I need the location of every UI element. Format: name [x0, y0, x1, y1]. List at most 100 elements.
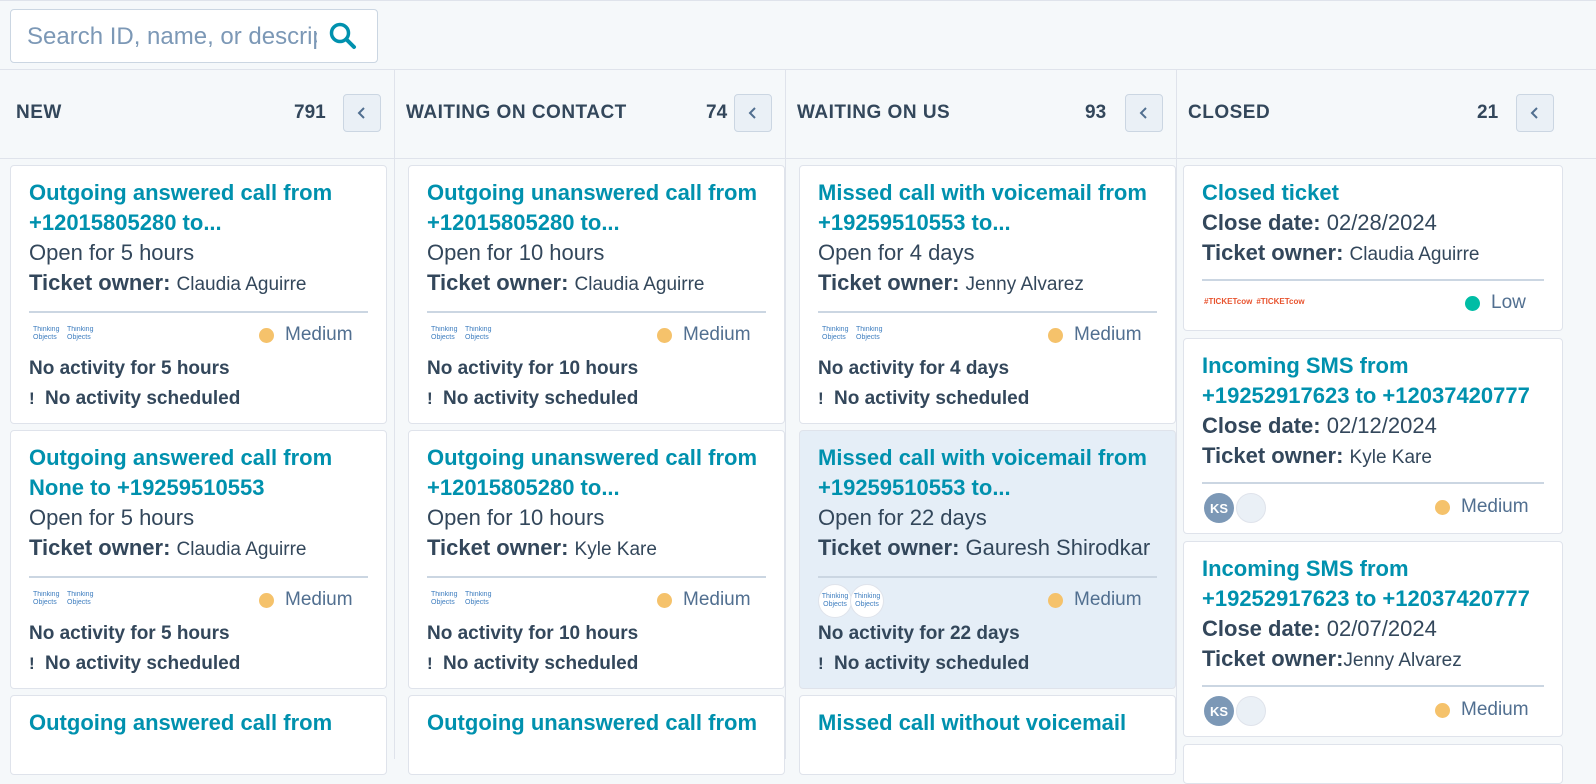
ticket-title-line2[interactable]: +19259510553 to...: [818, 208, 1011, 238]
ticket-board: NEW 791 Outgoing answered call from +120…: [0, 69, 1596, 784]
ticket-card[interactable]: Missed call with voicemail from +1925951…: [799, 165, 1176, 424]
ticket-owner-label: Ticket owner:: [29, 535, 171, 560]
ticket-card[interactable]: Outgoing unanswered call from +120158052…: [408, 430, 785, 689]
chevron-left-icon: [1530, 107, 1538, 119]
company-logo: Thinking Objects: [67, 326, 94, 341]
ticket-card[interactable]: Incoming SMS from +19252917623 to +12037…: [1183, 338, 1563, 534]
column-count: 74: [706, 102, 728, 123]
exclamation-icon: !: [427, 389, 433, 408]
priority-label: Medium: [1461, 496, 1529, 517]
search-box[interactable]: [10, 9, 378, 63]
ticket-card[interactable]: Outgoing answered call from: [10, 695, 387, 775]
divider: [29, 311, 368, 313]
ticket-title-line2[interactable]: +12015805280 to...: [29, 208, 222, 238]
ticket-owner: Claudia Aguirre: [1349, 244, 1480, 265]
ticket-title-line1[interactable]: Missed call with voicemail from: [818, 178, 1147, 208]
divider: [1202, 482, 1544, 484]
ticket-title-line1[interactable]: Incoming SMS from: [1202, 554, 1409, 584]
ticket-owner-label: Ticket owner:: [427, 270, 569, 295]
last-activity: No activity for 5 hours: [29, 623, 230, 644]
exclamation-icon: !: [427, 654, 433, 673]
ticket-owner-label: Ticket owner:: [29, 270, 171, 295]
company-logo: Thinking Objects: [856, 326, 883, 341]
collapse-column-button[interactable]: [1125, 94, 1163, 132]
ticket-title-line1[interactable]: Outgoing answered call from: [29, 178, 332, 208]
ticket-owner: Gauresh Shirodkar: [965, 535, 1151, 560]
ticket-title-line1[interactable]: Outgoing answered call from: [29, 708, 332, 738]
column-title: WAITING ON CONTACT: [406, 102, 627, 123]
ticket-owner: Kyle Kare: [574, 539, 657, 560]
ticket-title-line1[interactable]: Outgoing unanswered call from: [427, 708, 757, 738]
column-count: 21: [1477, 102, 1499, 123]
column-title: WAITING ON US: [797, 102, 951, 123]
exclamation-icon: !: [29, 389, 35, 408]
priority-dot-icon: [1048, 328, 1063, 343]
ticket-title-line1[interactable]: Missed call without voicemail: [818, 708, 1126, 738]
column-header: NEW 791: [0, 70, 394, 159]
ticket-owner: Jenny Alvarez: [965, 274, 1084, 295]
ticket-owner-row: Ticket owner:Jenny Alvarez: [1202, 645, 1462, 675]
company-logos: Thinking Objects Thinking Objects: [33, 326, 97, 346]
ticket-title-line2[interactable]: +19252917623 to +12037420777: [1202, 584, 1530, 614]
search-icon[interactable]: [327, 20, 359, 52]
ticket-title-line2[interactable]: None to +19259510553: [29, 473, 264, 503]
priority-label: Low: [1491, 292, 1526, 313]
search-input[interactable]: [25, 22, 319, 52]
collapse-column-button[interactable]: [343, 94, 381, 132]
ticket-card[interactable]: Incoming SMS from +19252917623 to +12037…: [1183, 541, 1563, 737]
column-title: NEW: [16, 102, 62, 123]
company-logos: Thinking Objects Thinking Objects: [818, 584, 884, 618]
priority-dot-icon: [657, 328, 672, 343]
ticket-card[interactable]: [1183, 744, 1563, 784]
company-logo: Thinking Objects: [822, 326, 849, 341]
collapse-column-button[interactable]: [734, 94, 772, 132]
priority-label: Medium: [683, 324, 751, 345]
ticket-title-line2[interactable]: +19252917623 to +12037420777: [1202, 381, 1530, 411]
ticket-card[interactable]: Outgoing unanswered call from +120158052…: [408, 165, 785, 424]
ticket-card[interactable]: Outgoing unanswered call from: [408, 695, 785, 775]
avatar: KS: [1204, 493, 1234, 523]
activity-scheduled-text: No activity scheduled: [443, 653, 639, 674]
collapse-column-button[interactable]: [1516, 94, 1554, 132]
divider: [818, 311, 1157, 313]
close-date-label: Close date:: [1202, 413, 1321, 438]
activity-scheduled-text: No activity scheduled: [45, 388, 241, 409]
ticket-title-line1[interactable]: Outgoing unanswered call from: [427, 443, 757, 473]
priority-dot-icon: [259, 328, 274, 343]
ticket-title-line2[interactable]: +12015805280 to...: [427, 473, 620, 503]
ticket-title-line2[interactable]: +12015805280 to...: [427, 208, 620, 238]
company-logo: Thinking Objects: [431, 326, 458, 341]
ticket-owner: Jenny Alvarez: [1343, 650, 1462, 671]
ticket-title-line1[interactable]: Outgoing unanswered call from: [427, 178, 757, 208]
company-logo: Thinking Objects: [33, 591, 60, 606]
exclamation-icon: !: [818, 389, 824, 408]
divider: [1202, 685, 1544, 687]
activity-scheduled-text: No activity scheduled: [834, 388, 1030, 409]
chevron-left-icon: [357, 107, 365, 119]
open-duration: Open for 10 hours: [427, 505, 605, 530]
ticket-title-line1[interactable]: Incoming SMS from: [1202, 351, 1409, 381]
activity-scheduled: ! No activity scheduled: [29, 388, 240, 410]
ticket-owner-row: Ticket owner: Kyle Kare: [1202, 442, 1432, 472]
ticket-card[interactable]: Closed ticket Close date: 02/28/2024 Tic…: [1183, 165, 1563, 331]
activity-scheduled-text: No activity scheduled: [45, 653, 241, 674]
ticket-card[interactable]: Missed call without voicemail: [799, 695, 1176, 775]
column-count: 93: [1085, 102, 1107, 123]
last-activity: No activity for 5 hours: [29, 358, 230, 379]
ticket-title-line1[interactable]: Missed call with voicemail from: [818, 443, 1147, 473]
ticket-card[interactable]: Outgoing answered call from +12015805280…: [10, 165, 387, 424]
ticket-title-line1[interactable]: Closed ticket: [1202, 178, 1339, 208]
company-logos: Thinking Objects Thinking Objects: [822, 326, 886, 346]
ticket-title-line1[interactable]: Outgoing answered call from: [29, 443, 332, 473]
priority-label: Medium: [285, 324, 353, 345]
ticket-card[interactable]: Outgoing answered call from None to +192…: [10, 430, 387, 689]
ticket-card-hovered[interactable]: Missed call with voicemail from +1925951…: [799, 430, 1176, 689]
priority-dot-icon: [259, 593, 274, 608]
close-date: 02/12/2024: [1326, 413, 1437, 438]
ticket-title-line2[interactable]: +19259510553 to...: [818, 473, 1011, 503]
open-duration: Open for 10 hours: [427, 240, 605, 265]
ticket-owner-row: Ticket owner: Claudia Aguirre: [29, 269, 306, 299]
divider: [427, 311, 766, 313]
company-logos: #TICKETcow #TICKETcow: [1204, 297, 1305, 306]
open-duration: Open for 22 days: [818, 505, 987, 530]
